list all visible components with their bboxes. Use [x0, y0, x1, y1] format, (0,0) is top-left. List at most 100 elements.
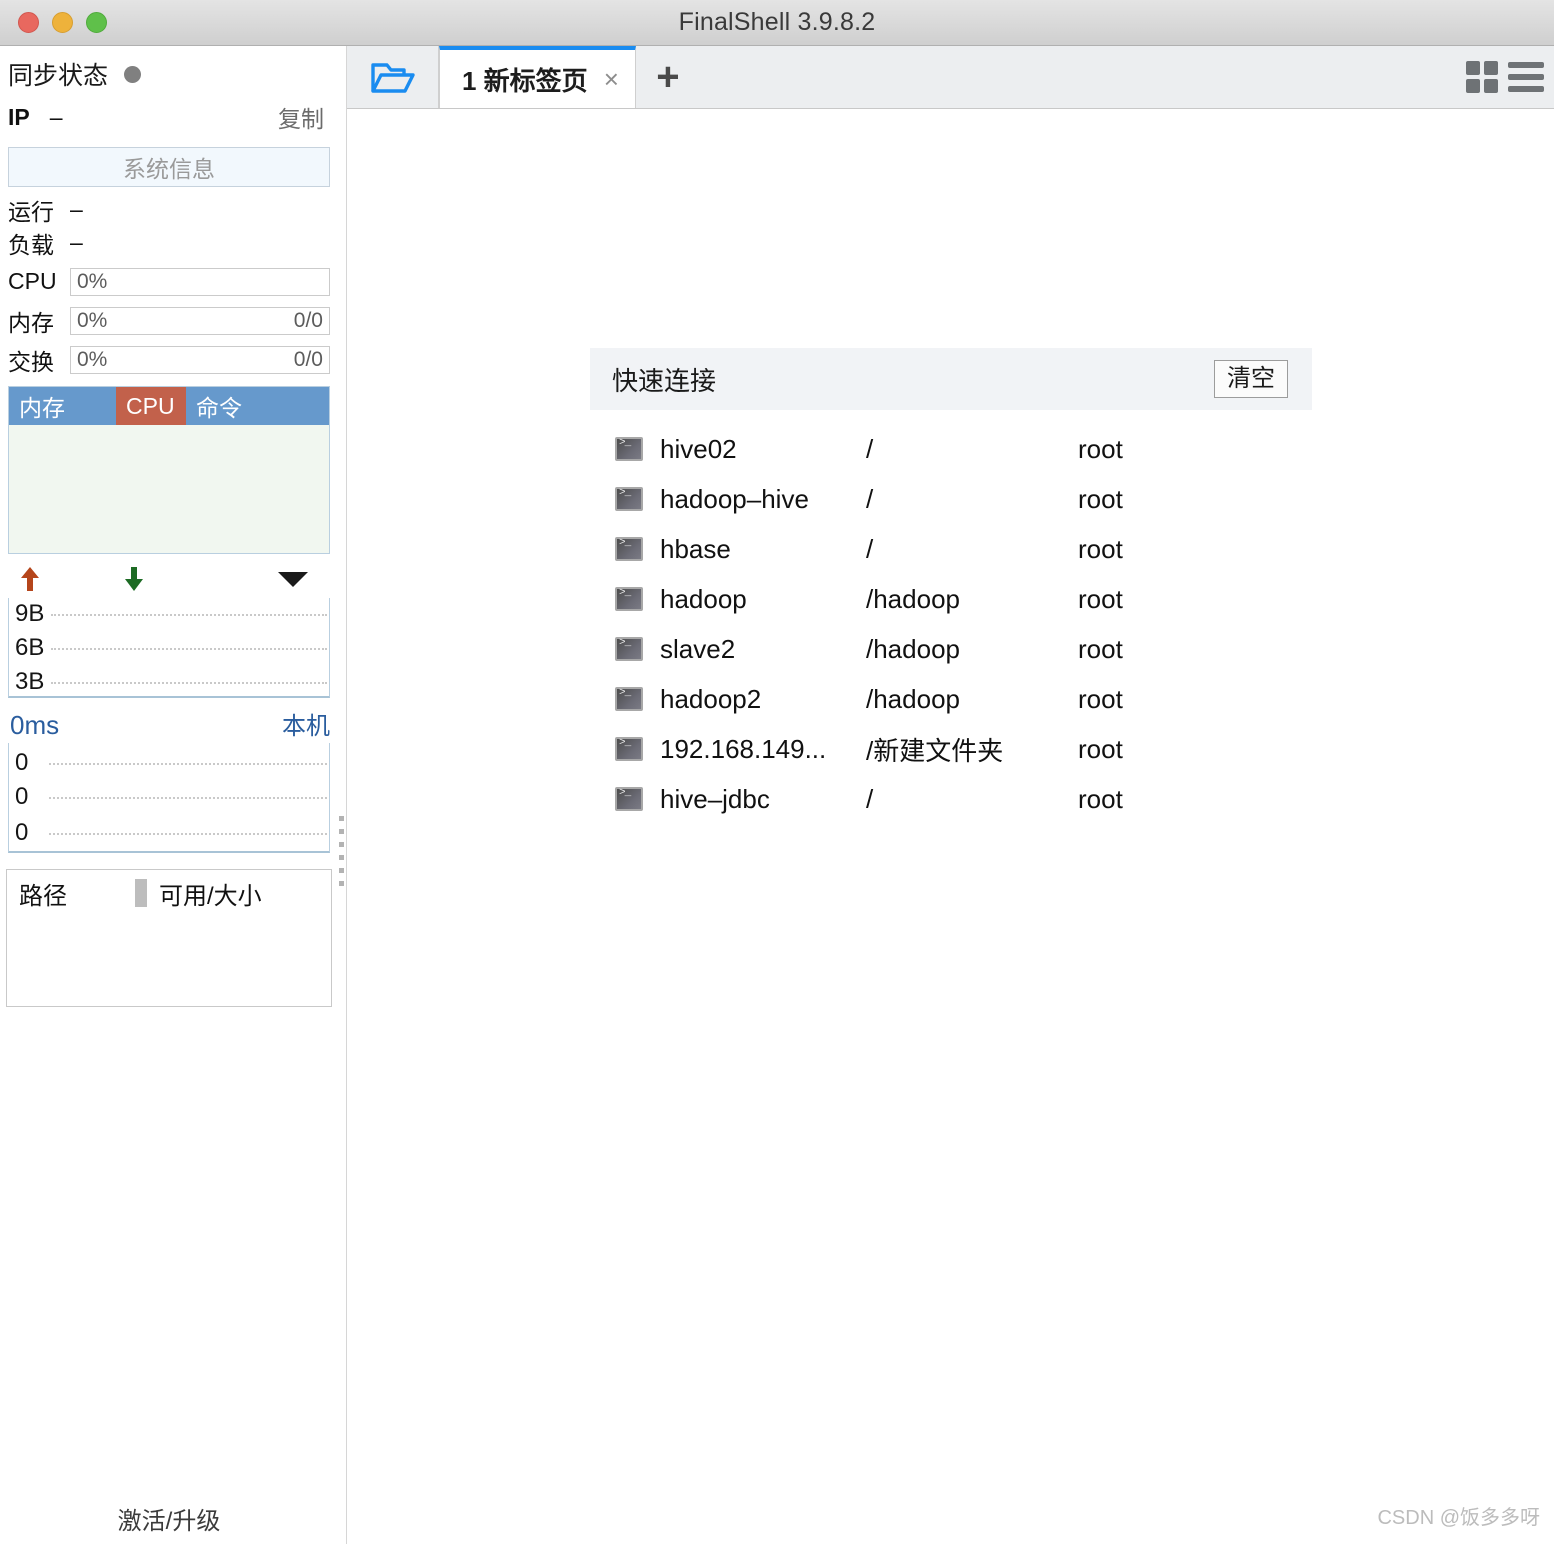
memory-usage-detail: 0/0: [293, 308, 323, 332]
status-sidebar: 同步状态 IP – 复制 系统信息 运行 – 负载 – CPU 0% 内存 0%…: [0, 46, 338, 1544]
quick-connect-title: 快速连接: [612, 365, 717, 396]
connection-name: hbase: [660, 533, 731, 564]
latency-y-label-1: 0: [15, 749, 29, 776]
cpu-label: CPU: [8, 268, 57, 294]
latency-gridline: [49, 833, 327, 835]
tab-bar: 1 新标签页 × +: [347, 46, 1554, 109]
hamburger-menu-icon[interactable]: [1508, 62, 1544, 92]
open-folder-button[interactable]: [347, 46, 439, 108]
swap-row: 交换 0% 0/0: [0, 343, 338, 376]
network-y-label-9b: 9B: [15, 600, 45, 627]
disk-usage-table: 路径 可用/大小: [6, 869, 332, 1007]
upload-arrow-icon: [21, 567, 39, 591]
chevron-down-icon[interactable]: [276, 569, 310, 589]
load-label: 负载: [8, 231, 54, 258]
latency-header: 0ms 本机: [0, 698, 338, 741]
tab-label: 1 新标签页: [462, 65, 588, 96]
uptime-label: 运行: [8, 198, 54, 225]
load-value: –: [70, 229, 83, 255]
latency-y-label-3: 0: [15, 819, 29, 846]
terminal-icon: [615, 437, 643, 461]
swap-usage-value: 0%: [77, 347, 108, 371]
network-gridline: [51, 682, 327, 684]
terminal-icon: [615, 587, 643, 611]
list-item[interactable]: hadoop–hive / root: [590, 474, 1312, 524]
network-y-label-6b: 6B: [15, 634, 45, 661]
latency-gridline: [49, 797, 327, 799]
quick-connect-header: 快速连接 清空: [590, 348, 1312, 410]
latency-y-label-2: 0: [15, 783, 29, 810]
connection-path: /: [866, 483, 874, 514]
connection-name: hadoop2: [660, 683, 762, 714]
connection-name: slave2: [660, 633, 736, 664]
ip-value: –: [49, 103, 63, 130]
list-item[interactable]: hbase / root: [590, 524, 1312, 574]
terminal-icon: [615, 687, 643, 711]
memory-label: 内存: [8, 309, 54, 336]
app-body: 同步状态 IP – 复制 系统信息 运行 – 负载 – CPU 0% 内存 0%…: [0, 46, 1554, 1544]
list-item[interactable]: 192.168.149... /新建文件夹 root: [590, 724, 1312, 774]
network-traffic-chart: 9B 6B 3B: [8, 598, 330, 698]
watermark: CSDN @饭多多呀: [1377, 1507, 1540, 1529]
ip-row: IP – 复制: [0, 96, 338, 138]
list-item[interactable]: hive–jdbc / root: [590, 774, 1312, 824]
connection-path: /: [866, 433, 874, 464]
window-title: FinalShell 3.9.8.2: [678, 8, 876, 36]
connection-path: /hadoop: [866, 583, 960, 614]
process-table-body[interactable]: [9, 425, 329, 553]
copy-ip-button[interactable]: 复制: [278, 100, 330, 134]
cpu-usage-value: 0%: [77, 269, 108, 293]
system-info-button[interactable]: 系统信息: [8, 147, 330, 187]
latency-host-label[interactable]: 本机: [282, 706, 330, 741]
network-y-label-3b: 3B: [15, 668, 45, 695]
activate-upgrade-link[interactable]: 激活/升级: [0, 1501, 338, 1536]
cpu-row: CPU 0%: [0, 265, 338, 298]
process-column-memory[interactable]: 内存: [9, 387, 116, 425]
terminal-icon: [615, 487, 643, 511]
list-item[interactable]: hadoop2 /hadoop root: [590, 674, 1312, 724]
window-titlebar: FinalShell 3.9.8.2: [0, 0, 1554, 46]
terminal-icon: [615, 737, 643, 761]
connection-user: root: [1078, 483, 1123, 514]
connection-user: root: [1078, 683, 1123, 714]
open-folder-icon: [370, 63, 415, 93]
connection-user: root: [1078, 733, 1123, 764]
list-item[interactable]: hive02 / root: [590, 424, 1312, 474]
connection-user: root: [1078, 433, 1123, 464]
sync-status-row: 同步状态: [0, 52, 338, 96]
connection-name: 192.168.149...: [660, 733, 827, 764]
swap-usage-detail: 0/0: [293, 347, 323, 371]
memory-usage-value: 0%: [77, 308, 108, 332]
connection-path: /: [866, 533, 874, 564]
connection-path: /新建文件夹: [866, 735, 1004, 766]
close-icon[interactable]: ×: [604, 66, 619, 92]
connection-name: hive02: [660, 433, 737, 464]
tabbar-actions: [1466, 46, 1554, 108]
splitter-grip-icon: [339, 816, 344, 886]
connection-user: root: [1078, 783, 1123, 814]
network-graph-toolbar: [0, 560, 338, 598]
new-tab-button[interactable]: +: [636, 46, 700, 108]
sidebar-splitter[interactable]: [338, 46, 346, 1544]
quick-connect-list: hive02 / root hadoop–hive / root hbase /: [590, 410, 1312, 824]
network-gridline: [51, 614, 327, 616]
process-table-header: 内存 CPU 命令: [9, 387, 329, 425]
disk-column-available-size[interactable]: 可用/大小: [147, 876, 262, 911]
load-row: 负载 –: [0, 226, 338, 259]
list-item[interactable]: hadoop /hadoop root: [590, 574, 1312, 624]
process-column-cpu[interactable]: CPU: [116, 387, 186, 425]
swap-label: 交换: [8, 348, 54, 375]
list-item[interactable]: slave2 /hadoop root: [590, 624, 1312, 674]
memory-row: 内存 0% 0/0: [0, 304, 338, 337]
memory-usage-bar: 0% 0/0: [70, 306, 330, 335]
sync-status-indicator-icon: [124, 65, 142, 83]
grid-view-icon[interactable]: [1466, 61, 1498, 93]
clear-button[interactable]: 清空: [1214, 360, 1288, 398]
download-arrow-icon: [125, 567, 143, 591]
uptime-row: 运行 –: [0, 193, 338, 226]
connection-path: /hadoop: [866, 683, 960, 714]
terminal-icon: [615, 637, 643, 661]
process-column-command[interactable]: 命令: [186, 387, 329, 425]
disk-column-path[interactable]: 路径: [7, 876, 135, 911]
tab-new-tab-page[interactable]: 1 新标签页 ×: [439, 46, 636, 108]
